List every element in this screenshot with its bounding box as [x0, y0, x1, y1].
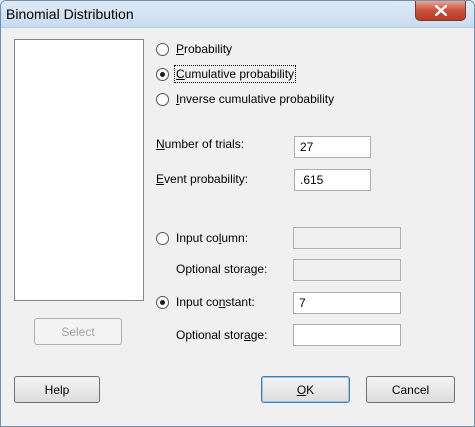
number-of-trials-label: Number of trials: [156, 137, 245, 151]
event-probability-input[interactable]: .615 [294, 169, 371, 191]
radio-input-column[interactable]: Input column: [156, 229, 248, 247]
radio-inverse-cumulative[interactable]: Inverse cumulative probability [156, 90, 334, 108]
radio-selected-dot [160, 299, 165, 305]
radio-probability[interactable]: Probability [156, 40, 232, 58]
title-bar: Binomial Distribution [1, 1, 474, 28]
event-probability-label: Event probability: [156, 172, 249, 186]
inverse-radio-circle[interactable] [156, 92, 169, 106]
radio-selected-dot [160, 71, 165, 77]
variables-list[interactable] [14, 39, 144, 301]
cumulative-radio-circle[interactable] [156, 67, 169, 81]
cumulative-probability-label: Cumulative probability [173, 65, 297, 83]
inverse-cumulative-label: Inverse cumulative probability [176, 92, 335, 106]
radio-cumulative-probability[interactable]: Cumulative probability [156, 65, 297, 83]
input-constant-label: Input constant: [176, 295, 255, 309]
input-column-field[interactable] [293, 227, 401, 249]
help-button[interactable]: Help [14, 376, 100, 403]
close-button[interactable] [415, 1, 466, 21]
binomial-distribution-dialog: Binomial Distribution Select Probability… [0, 0, 475, 427]
window-title: Binomial Distribution [6, 6, 134, 22]
input-column-radio-circle[interactable] [156, 231, 169, 245]
number-of-trials-input[interactable]: 27 [294, 136, 371, 158]
optional-storage-label-1: Optional storage: [176, 262, 268, 276]
cancel-button[interactable]: Cancel [366, 376, 455, 403]
probability-radio-circle[interactable] [156, 42, 169, 56]
optional-storage-field-1[interactable] [293, 259, 401, 281]
dialog-body: Select Probability Cumulative probabilit… [2, 29, 473, 426]
close-icon [434, 5, 447, 16]
ok-button[interactable]: OK [261, 376, 350, 403]
input-constant-field[interactable]: 7 [293, 292, 401, 314]
select-button[interactable]: Select [34, 318, 122, 345]
input-constant-radio-circle[interactable] [156, 295, 169, 309]
optional-storage-field-2[interactable] [293, 324, 401, 346]
input-column-label: Input column: [176, 231, 249, 245]
radio-input-constant[interactable]: Input constant: [156, 293, 255, 311]
optional-storage-label-2: Optional storage: [176, 328, 268, 342]
probability-label: Probability [176, 42, 233, 56]
